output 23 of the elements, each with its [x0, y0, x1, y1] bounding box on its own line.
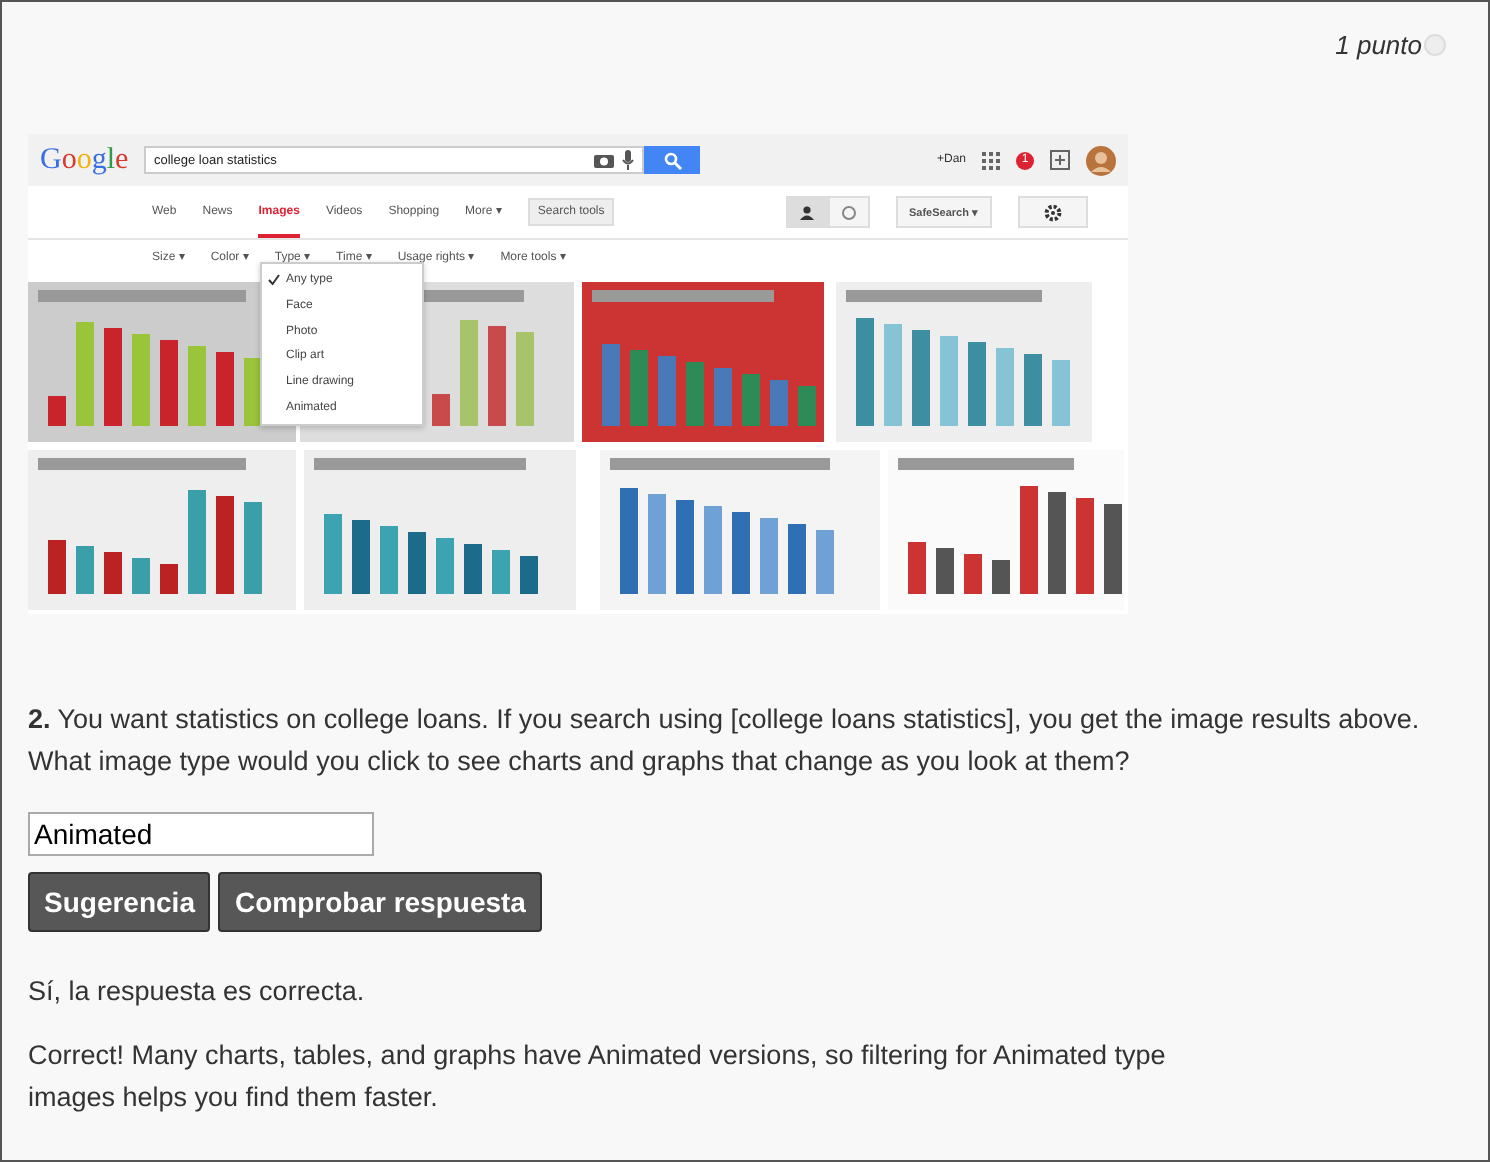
answer-field[interactable]: Animated [28, 812, 374, 856]
question-text: 2. You want statistics on college loans. If you search using [college loans statistics], you get the image results above. What image type would you click to see charts and graphs that change as you look at them? [28, 702, 1422, 780]
avatar-icon[interactable] [1086, 145, 1116, 175]
search-icon [663, 151, 681, 169]
result-text: Sí, la respuesta es correcta. [28, 976, 367, 1006]
points-label: 1 punto [1335, 30, 1422, 60]
globe-icon [841, 205, 855, 219]
microphone-icon[interactable] [622, 150, 634, 170]
view-toggle-button[interactable] [785, 196, 827, 228]
search-button[interactable] [644, 146, 700, 174]
view-toggle-button[interactable] [827, 196, 869, 228]
settings-icon [1044, 203, 1062, 221]
check-icon [268, 274, 280, 287]
settings-button[interactable] [1018, 196, 1088, 228]
action-button[interactable]: Comprobar respuesta [218, 872, 542, 932]
feedback-text: Correct! Many charts, tables, and graphs have Animated versions, so filtering for Animated type images helps you find them faster. [28, 1038, 1168, 1116]
status-circle-icon [1424, 34, 1446, 56]
google-logo: Google [40, 143, 128, 177]
apps-grid-icon[interactable] [982, 151, 1000, 169]
person-icon [799, 205, 813, 219]
share-plus-icon[interactable] [1050, 150, 1070, 170]
action-button[interactable]: Sugerencia [28, 872, 211, 932]
camera-icon[interactable] [594, 152, 614, 168]
